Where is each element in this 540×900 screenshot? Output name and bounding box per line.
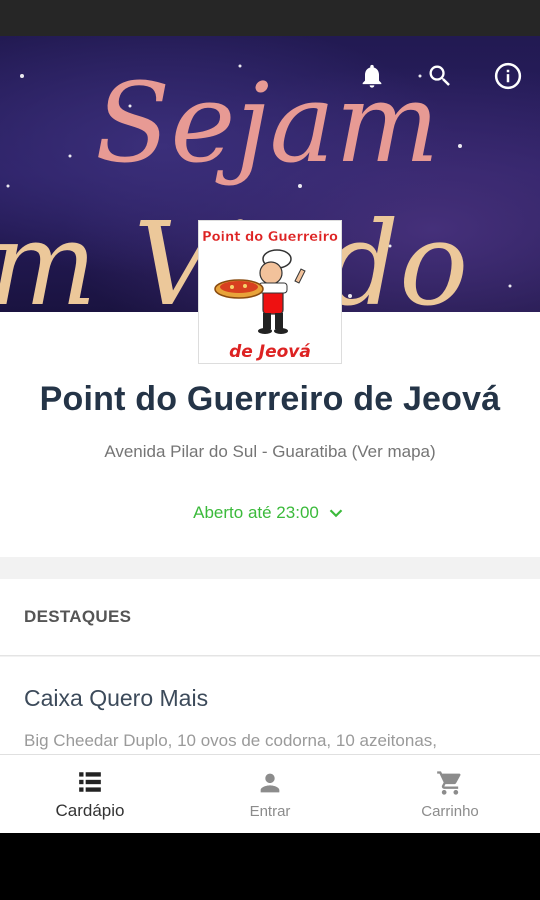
- bell-icon: [362, 64, 382, 88]
- product-description: Big Cheedar Duplo, 10 ovos de codorna, 1…: [24, 731, 437, 750]
- nav-login-label: Entrar: [249, 803, 291, 820]
- app-screen: Sejam m Vindo: [0, 36, 540, 833]
- store-name: Point do Guerreiro de Jeová: [39, 380, 501, 418]
- status-bar: [0, 0, 540, 36]
- logo-text-bottom: de Jeová: [229, 342, 311, 362]
- search-icon: [429, 65, 450, 86]
- info-icon: [494, 62, 522, 90]
- person-icon: [260, 773, 280, 793]
- notification-bell-button[interactable]: [354, 58, 390, 94]
- opening-hours-text: Aberto até 23:00: [193, 503, 319, 522]
- cart-icon: [437, 771, 461, 795]
- info-button[interactable]: [490, 58, 526, 94]
- product-name: Caixa Quero Mais: [24, 685, 209, 711]
- top-actions: [354, 58, 540, 94]
- opening-hours-toggle[interactable]: Aberto até 23:00: [0, 502, 540, 524]
- store-logo: Point do Guerreiro de Jeová: [198, 220, 342, 364]
- list-icon: [79, 772, 101, 792]
- logo-artwork: Point do Guerreiro de Jeová: [199, 221, 341, 363]
- chevron-down-icon: [329, 509, 343, 518]
- nav-cart-tab[interactable]: Carrinho: [360, 755, 540, 833]
- nav-menu-label: Cardápio: [55, 801, 125, 820]
- search-button[interactable]: [422, 58, 458, 94]
- nav-menu-tab[interactable]: Cardápio: [0, 755, 180, 833]
- logo-text-top: Point do Guerreiro: [202, 230, 338, 245]
- nav-cart-label: Carrinho: [421, 803, 479, 820]
- highlights-header: DESTAQUES: [0, 579, 540, 656]
- bottom-navigation: Cardápio Entrar Carrinho: [0, 754, 540, 833]
- nav-login-tab[interactable]: Entrar: [180, 755, 360, 833]
- highlights-title: DESTAQUES: [24, 607, 132, 626]
- store-address-link[interactable]: Avenida Pilar do Sul - Guaratiba (Ver ma…: [0, 442, 540, 462]
